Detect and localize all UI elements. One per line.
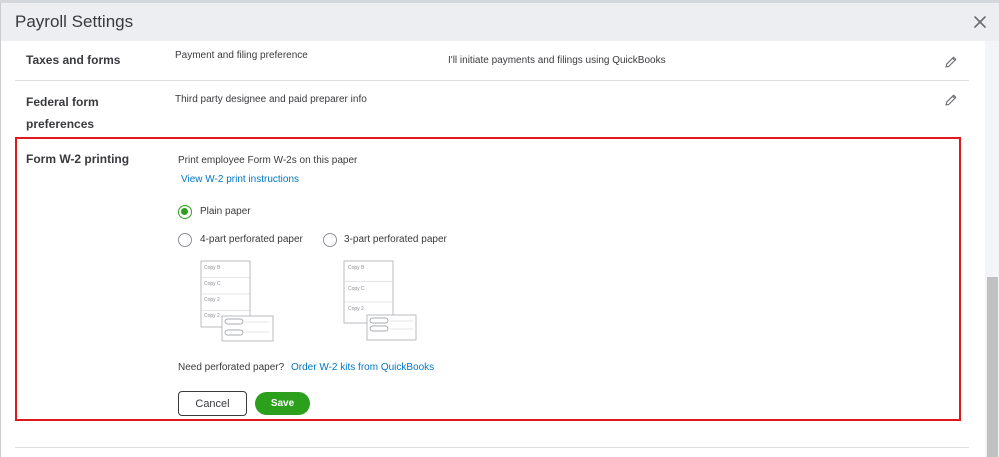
four-part-copy-label: Copy 2 <box>204 313 220 319</box>
three-part-paper-radio[interactable] <box>323 233 337 247</box>
four-part-paper-illustration: Copy B Copy C Copy 2 Copy 2 <box>200 260 274 342</box>
four-part-paper-label[interactable]: 4-part perforated paper <box>200 234 303 245</box>
federal-form-label-line2: preferences <box>26 117 95 131</box>
w2-printing-highlight <box>15 137 961 421</box>
taxes-description: Payment and filing preference <box>175 50 308 61</box>
pencil-icon[interactable] <box>944 93 958 107</box>
payroll-settings-dialog: Payroll Settings Taxes and forms Payment… <box>0 3 999 457</box>
three-part-copy-label: Copy 2 <box>348 306 364 312</box>
taxes-and-forms-label: Taxes and forms <box>26 53 121 67</box>
dialog-header: Payroll Settings <box>1 3 999 41</box>
plain-paper-radio[interactable] <box>178 205 192 219</box>
order-w2-kits-link[interactable]: Order W-2 kits from QuickBooks <box>291 362 434 373</box>
three-part-paper-illustration: Copy B Copy C Copy 2 <box>343 260 417 341</box>
federal-description: Third party designee and paid preparer i… <box>175 94 367 105</box>
federal-form-label-line1: Federal form <box>26 95 99 109</box>
pencil-icon[interactable] <box>944 55 958 69</box>
three-part-paper-label[interactable]: 3-part perforated paper <box>344 234 447 245</box>
scrollbar-thumb[interactable] <box>987 277 998 457</box>
four-part-paper-radio[interactable] <box>178 233 192 247</box>
w2-description: Print employee Form W-2s on this paper <box>178 155 358 166</box>
w2-printing-label: Form W-2 printing <box>26 152 130 166</box>
three-part-copy-label: Copy C <box>348 286 365 292</box>
four-part-copy-label: Copy 2 <box>204 297 220 303</box>
row-divider <box>15 80 969 81</box>
three-part-copy-label: Copy B <box>348 265 365 271</box>
need-perforated-paper-text: Need perforated paper? <box>178 362 285 373</box>
close-icon[interactable] <box>969 11 991 33</box>
four-part-copy-label: Copy B <box>204 265 221 271</box>
plain-paper-label[interactable]: Plain paper <box>200 206 251 217</box>
dialog-content: Taxes and forms Payment and filing prefe… <box>1 41 985 457</box>
save-button[interactable]: Save <box>255 392 310 415</box>
cancel-button[interactable]: Cancel <box>178 391 247 416</box>
taxes-value: I'll initiate payments and filings using… <box>448 55 666 66</box>
four-part-copy-label: Copy C <box>204 281 221 287</box>
w2-print-instructions-link[interactable]: View W-2 print instructions <box>181 174 299 185</box>
dialog-title: Payroll Settings <box>15 12 134 31</box>
row-divider <box>15 447 969 448</box>
